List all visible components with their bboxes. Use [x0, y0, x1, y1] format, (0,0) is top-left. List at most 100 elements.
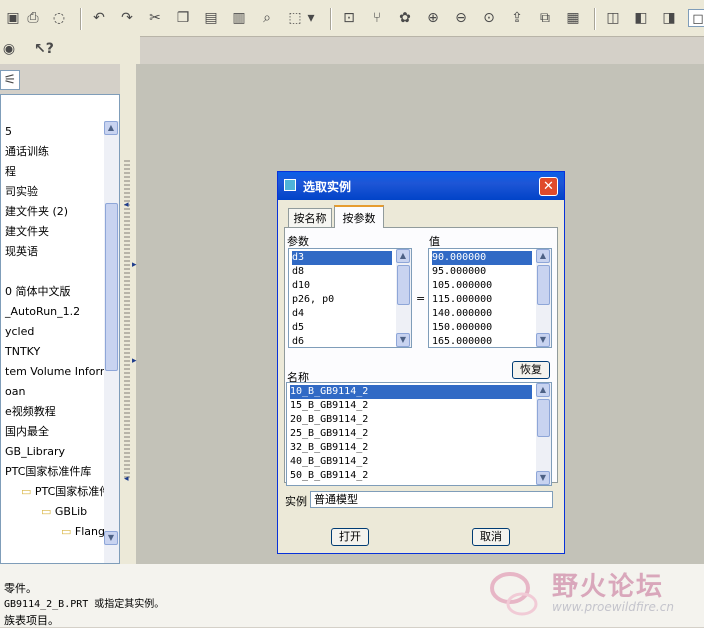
zoom-out-icon[interactable]: ⊖ — [452, 9, 470, 27]
list-item[interactable]: 10_B_GB9114_2 — [290, 385, 532, 399]
paste-special-icon[interactable]: ▥ — [230, 9, 248, 27]
tree-item[interactable]: ▭ GBLib — [41, 505, 87, 519]
view-top-icon[interactable]: ◨ — [660, 9, 678, 27]
orient-icon[interactable]: ⇪ — [508, 9, 526, 27]
list-item[interactable]: p26, p0 — [292, 293, 392, 307]
scroll-thumb[interactable] — [537, 265, 550, 305]
list-item[interactable]: 40_B_GB9114_2 — [290, 455, 532, 469]
find-icon[interactable]: ⌕ — [258, 9, 276, 27]
tree-item[interactable]: ycled — [5, 325, 34, 339]
list-item[interactable]: 15_B_GB9114_2 — [290, 399, 532, 413]
chevron-right-icon[interactable]: ▸ — [132, 260, 137, 270]
show-icon[interactable]: ◉ — [0, 40, 18, 58]
value-list[interactable]: 90.000000 95.000000 105.000000 115.000000 14… — [428, 248, 552, 348]
open-button[interactable]: 打开 — [331, 528, 369, 546]
chevron-right-icon[interactable]: ▸ — [132, 356, 137, 366]
view-front-icon[interactable]: ◧ — [632, 9, 650, 27]
list-item[interactable]: 105.000000 — [432, 279, 532, 293]
scroll-up-icon[interactable]: ▲ — [104, 121, 118, 135]
tree-item[interactable]: 建文件夹 — [5, 225, 49, 239]
scroll-thumb[interactable] — [105, 203, 118, 371]
list-item[interactable]: d5 — [292, 321, 392, 335]
scroll-thumb[interactable] — [397, 265, 410, 305]
dialog-titlebar[interactable]: 选取实例 ✕ — [278, 172, 564, 200]
list-item[interactable]: d10 — [292, 279, 392, 293]
save-copy-icon[interactable]: ◌ — [50, 9, 68, 27]
redo-icon[interactable]: ↷ — [118, 9, 136, 27]
navigator-tab-icon[interactable]: ⚟ — [0, 70, 20, 90]
shaded-icon[interactable]: ◻ — [688, 9, 704, 27]
param-list[interactable]: d3 d8 d10 p26, p0 d4 d5 d6 ▲ ▼ — [288, 248, 412, 348]
chevron-left-icon[interactable]: ◂ — [124, 474, 129, 484]
list-item[interactable]: d8 — [292, 265, 392, 279]
paste-icon[interactable]: ▤ — [202, 9, 220, 27]
tree-item[interactable]: oan — [5, 385, 25, 399]
undo-icon[interactable]: ↶ — [90, 9, 108, 27]
scroll-down-icon[interactable]: ▼ — [104, 531, 118, 545]
whats-this-icon[interactable]: ↖? — [34, 40, 54, 58]
list-item[interactable]: 32_B_GB9114_2 — [290, 441, 532, 455]
view-iso-icon[interactable]: ◫ — [604, 9, 622, 27]
close-icon[interactable]: ✕ — [539, 177, 558, 196]
chevron-down-icon[interactable]: ▾ — [306, 9, 316, 27]
scroll-down-icon[interactable]: ▼ — [536, 471, 550, 485]
list-item[interactable]: 20_B_GB9114_2 — [290, 413, 532, 427]
select-box-icon[interactable]: ⬚ — [286, 9, 304, 27]
zoom-in-icon[interactable]: ⊕ — [424, 9, 442, 27]
tree-item[interactable]: ▭ PTC国家标准件 — [21, 485, 110, 499]
open-icon[interactable]: ▣ — [4, 9, 22, 27]
tree-item[interactable]: TNTKY — [5, 345, 40, 359]
tree-item[interactable]: e视频教程 — [5, 405, 56, 419]
scroll-thumb[interactable] — [537, 399, 550, 437]
panel-splitter[interactable]: ◂ ▸ ▸ ◂ — [120, 64, 137, 564]
scroll-up-icon[interactable]: ▲ — [536, 383, 550, 397]
tree-item[interactable]: tem Volume Inform — [5, 365, 111, 379]
list-item[interactable]: d3 — [292, 251, 392, 265]
save-icon[interactable]: ⎙ — [24, 9, 42, 27]
copy-icon[interactable]: ❐ — [174, 9, 192, 27]
tree-item[interactable]: PTC国家标准件库 — [5, 465, 91, 479]
list-item[interactable]: 150.000000 — [432, 321, 532, 335]
tree-item[interactable]: _AutoRun_1.2 — [5, 305, 80, 319]
list-item[interactable]: 25_B_GB9114_2 — [290, 427, 532, 441]
repaint-icon[interactable]: ✿ — [396, 9, 414, 27]
param-scrollbar[interactable]: ▲ ▼ — [396, 249, 411, 347]
list-item[interactable]: d6 — [292, 335, 392, 347]
list-item[interactable]: 140.000000 — [432, 307, 532, 321]
tree-item[interactable]: 建文件夹 (2) — [5, 205, 68, 219]
cancel-button[interactable]: 取消 — [472, 528, 510, 546]
list-item[interactable]: 165.000000 — [432, 335, 532, 347]
scroll-down-icon[interactable]: ▼ — [536, 333, 550, 347]
name-scrollbar[interactable]: ▲ ▼ — [536, 383, 551, 485]
tree-item[interactable]: 通话训练 — [5, 145, 49, 159]
tab-by-parameter[interactable]: 按参数 — [334, 205, 384, 228]
list-item[interactable]: 50_B_GB9114_2 — [290, 469, 532, 483]
tab-by-name[interactable]: 按名称 — [288, 208, 332, 228]
saved-views-icon[interactable]: ⧉ — [536, 9, 554, 27]
layers-icon[interactable]: ▦ — [564, 9, 582, 27]
tree-item[interactable]: 现英语 — [5, 245, 38, 259]
scroll-up-icon[interactable]: ▲ — [536, 249, 550, 263]
scroll-up-icon[interactable]: ▲ — [396, 249, 410, 263]
model-tree-icon[interactable]: ⑂ — [368, 9, 386, 27]
refit-icon[interactable]: ⊙ — [480, 9, 498, 27]
list-item[interactable]: 95.000000 — [432, 265, 532, 279]
tree-item[interactable]: GB_Library — [5, 445, 65, 459]
value-scrollbar[interactable]: ▲ ▼ — [536, 249, 551, 347]
tree-item[interactable]: 司实验 — [5, 185, 38, 199]
tree-item[interactable]: 0 简体中文版 — [5, 285, 71, 299]
regenerate-icon[interactable]: ⊡ — [340, 9, 358, 27]
chevron-left-icon[interactable]: ◂ — [124, 200, 129, 210]
cut-icon[interactable]: ✂ — [146, 9, 164, 27]
list-item[interactable]: d4 — [292, 307, 392, 321]
instance-name-list[interactable]: 10_B_GB9114_2 15_B_GB9114_2 20_B_GB9114_2 2… — [286, 382, 552, 486]
instance-field[interactable]: 普通模型 — [310, 491, 553, 508]
tree-scrollbar[interactable]: ▲ ▼ — [104, 121, 119, 563]
scroll-down-icon[interactable]: ▼ — [396, 333, 410, 347]
tree-item[interactable]: 国内最全 — [5, 425, 49, 439]
reset-button[interactable]: 恢复 — [512, 361, 550, 379]
tree-item[interactable]: 程 — [5, 165, 16, 179]
list-item[interactable]: 90.000000 — [432, 251, 532, 265]
list-item[interactable]: 115.000000 — [432, 293, 532, 307]
tree-item[interactable]: 5 — [5, 125, 12, 139]
